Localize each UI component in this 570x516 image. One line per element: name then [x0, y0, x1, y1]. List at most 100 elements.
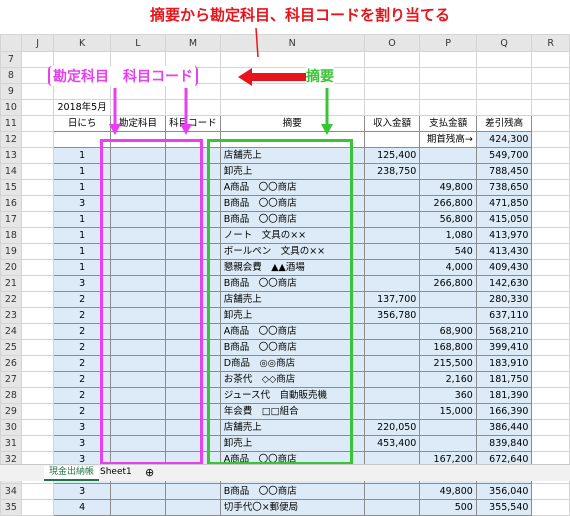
row-header[interactable]: 31: [0, 435, 22, 452]
cell[interactable]: [219, 83, 365, 100]
account-cell[interactable]: [109, 403, 167, 420]
account-cell[interactable]: [109, 227, 167, 244]
cell[interactable]: [419, 99, 477, 116]
cell[interactable]: [20, 435, 55, 452]
day-cell[interactable]: 3: [53, 275, 111, 292]
account-cell[interactable]: [109, 323, 167, 340]
cell[interactable]: [165, 131, 221, 148]
code-cell[interactable]: [165, 275, 221, 292]
description-cell[interactable]: A商品 〇〇商店: [219, 179, 365, 196]
day-cell[interactable]: 2: [53, 339, 111, 356]
income-cell[interactable]: [363, 227, 421, 244]
day-cell[interactable]: 2: [53, 387, 111, 404]
row-header[interactable]: 15: [0, 179, 22, 196]
balance-cell[interactable]: 409,430: [475, 259, 533, 276]
cell[interactable]: [531, 259, 570, 276]
cell[interactable]: [531, 227, 570, 244]
income-cell[interactable]: [363, 275, 421, 292]
cell[interactable]: [219, 131, 365, 148]
cell[interactable]: [531, 483, 570, 500]
cell[interactable]: [531, 435, 570, 452]
cell[interactable]: [20, 483, 55, 500]
income-cell[interactable]: [363, 371, 421, 388]
cell[interactable]: [219, 99, 365, 116]
code-cell[interactable]: [165, 387, 221, 404]
tab-sheet1[interactable]: Sheet1: [95, 466, 137, 479]
row-header[interactable]: 13: [0, 147, 22, 164]
corner-cell[interactable]: [0, 34, 22, 52]
cell[interactable]: [20, 339, 55, 356]
header-balance[interactable]: 差引残高: [475, 115, 533, 132]
income-cell[interactable]: [363, 339, 421, 356]
code-cell[interactable]: [165, 195, 221, 212]
cell[interactable]: [20, 499, 55, 516]
cell[interactable]: [531, 307, 570, 324]
income-cell[interactable]: 453,400: [363, 435, 421, 452]
day-cell[interactable]: 3: [53, 435, 111, 452]
header-account[interactable]: 勘定科目: [109, 115, 167, 132]
cell[interactable]: [531, 355, 570, 372]
income-cell[interactable]: [363, 179, 421, 196]
cell[interactable]: [531, 147, 570, 164]
cell[interactable]: [53, 131, 111, 148]
day-cell[interactable]: 3: [53, 195, 111, 212]
cell[interactable]: [531, 291, 570, 308]
row-header[interactable]: 20: [0, 259, 22, 276]
cell[interactable]: [20, 179, 55, 196]
description-cell[interactable]: B商品 〇〇商店: [219, 275, 365, 292]
description-cell[interactable]: 年会費 □□組合: [219, 403, 365, 420]
cell[interactable]: [219, 67, 365, 84]
expense-cell[interactable]: 168,800: [419, 339, 477, 356]
column-header[interactable]: P: [419, 34, 477, 52]
account-cell[interactable]: [109, 195, 167, 212]
balance-cell[interactable]: 399,410: [475, 339, 533, 356]
expense-cell[interactable]: [419, 419, 477, 436]
cell[interactable]: [419, 83, 477, 100]
income-cell[interactable]: [363, 323, 421, 340]
day-cell[interactable]: 2: [53, 403, 111, 420]
cell[interactable]: [20, 259, 55, 276]
day-cell[interactable]: 1: [53, 243, 111, 260]
balance-cell[interactable]: 839,840: [475, 435, 533, 452]
expense-cell[interactable]: 1,080: [419, 227, 477, 244]
balance-cell[interactable]: 738,650: [475, 179, 533, 196]
expense-cell[interactable]: 15,000: [419, 403, 477, 420]
row-header[interactable]: 23: [0, 307, 22, 324]
cell[interactable]: [219, 51, 365, 68]
row-header[interactable]: 35: [0, 499, 22, 516]
balance-cell[interactable]: 356,040: [475, 483, 533, 500]
cell[interactable]: [531, 67, 570, 84]
cell[interactable]: [531, 131, 570, 148]
cell[interactable]: [531, 499, 570, 516]
balance-cell[interactable]: 549,700: [475, 147, 533, 164]
row-header[interactable]: 11: [0, 115, 22, 132]
cell[interactable]: [20, 227, 55, 244]
description-cell[interactable]: ジュース代 自動販売機: [219, 387, 365, 404]
row-header[interactable]: 18: [0, 227, 22, 244]
code-cell[interactable]: [165, 243, 221, 260]
day-cell[interactable]: 2: [53, 371, 111, 388]
cell[interactable]: [20, 51, 55, 68]
cell[interactable]: [20, 163, 55, 180]
day-cell[interactable]: 3: [53, 483, 111, 500]
row-header[interactable]: 26: [0, 355, 22, 372]
income-cell[interactable]: [363, 355, 421, 372]
plus-circle-icon[interactable]: ⊕: [140, 466, 159, 479]
header-day[interactable]: 日にち: [53, 115, 111, 132]
cell[interactable]: [20, 211, 55, 228]
cell[interactable]: [20, 275, 55, 292]
code-cell[interactable]: [165, 355, 221, 372]
balance-cell[interactable]: 637,110: [475, 307, 533, 324]
cell[interactable]: [531, 275, 570, 292]
balance-cell[interactable]: 788,450: [475, 163, 533, 180]
account-cell[interactable]: [109, 355, 167, 372]
description-cell[interactable]: 切手代〇×郵便局: [219, 499, 365, 516]
description-cell[interactable]: 卸売上: [219, 163, 365, 180]
expense-cell[interactable]: 266,800: [419, 275, 477, 292]
day-cell[interactable]: 1: [53, 179, 111, 196]
cell[interactable]: [20, 99, 55, 116]
balance-cell[interactable]: 181,390: [475, 387, 533, 404]
header-code[interactable]: 科目コード: [165, 115, 221, 132]
account-cell[interactable]: [109, 163, 167, 180]
account-cell[interactable]: [109, 211, 167, 228]
